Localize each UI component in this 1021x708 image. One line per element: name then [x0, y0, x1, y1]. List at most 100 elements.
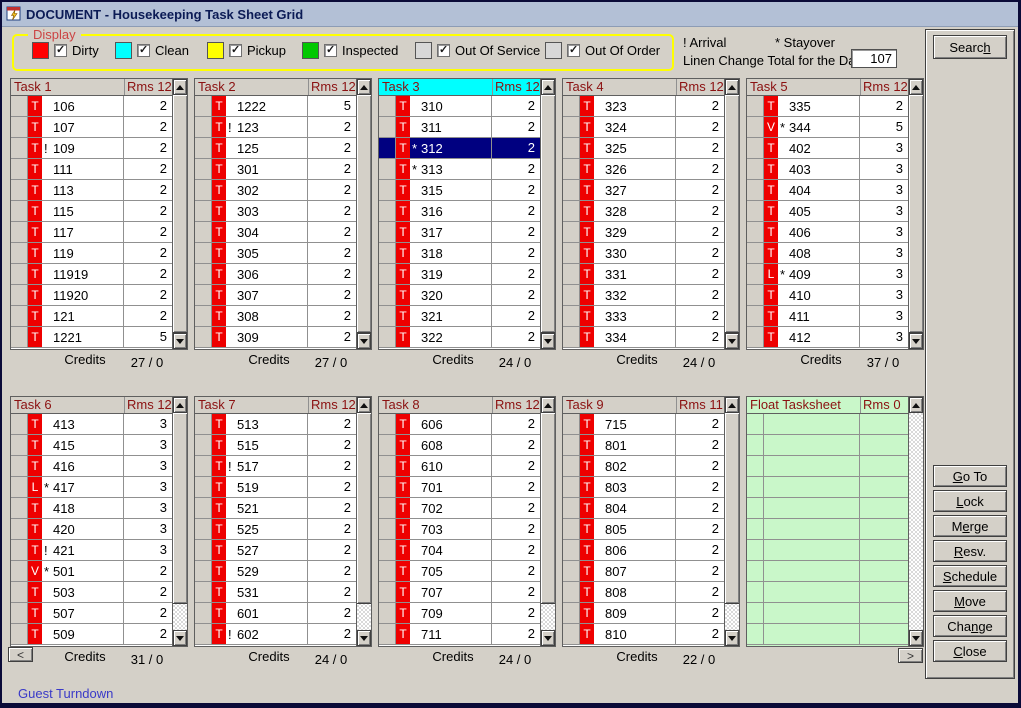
- room-row[interactable]: T7042: [379, 540, 540, 561]
- room-row[interactable]: T1212: [11, 306, 172, 327]
- scrollbar-track[interactable]: [541, 95, 555, 333]
- room-row[interactable]: T3052: [195, 243, 356, 264]
- float-empty-row[interactable]: [747, 414, 908, 435]
- room-row[interactable]: T4043: [747, 180, 908, 201]
- room-row[interactable]: T4133: [11, 414, 172, 435]
- search-button[interactable]: Search: [933, 35, 1007, 59]
- scrollbar-up-button[interactable]: [357, 397, 371, 413]
- scrollbar-down-button[interactable]: [909, 333, 923, 349]
- room-row[interactable]: T3202: [379, 285, 540, 306]
- task-header[interactable]: Task 8Rms 12: [379, 397, 540, 414]
- room-row[interactable]: T3242: [563, 117, 724, 138]
- room-row[interactable]: T1072: [11, 117, 172, 138]
- room-row[interactable]: T1152: [11, 201, 172, 222]
- scrollbar-down-button[interactable]: [173, 333, 187, 349]
- room-row[interactable]: T12215: [11, 327, 172, 348]
- room-row[interactable]: T!4213: [11, 540, 172, 561]
- float-empty-row[interactable]: [747, 603, 908, 624]
- room-row[interactable]: T4103: [747, 285, 908, 306]
- room-row[interactable]: T5252: [195, 519, 356, 540]
- scrollbar-track[interactable]: [173, 95, 187, 333]
- room-row[interactable]: T8022: [563, 456, 724, 477]
- room-row[interactable]: T3272: [563, 180, 724, 201]
- room-row[interactable]: L*4173: [11, 477, 172, 498]
- room-row[interactable]: T6012: [195, 603, 356, 624]
- scrollbar-down-button[interactable]: [725, 333, 739, 349]
- scrollbar-track[interactable]: [725, 413, 739, 630]
- room-row[interactable]: T7152: [563, 414, 724, 435]
- room-row[interactable]: T3222: [379, 327, 540, 348]
- next-sheets-button[interactable]: >: [898, 648, 923, 663]
- task-header[interactable]: Task 2Rms 12: [195, 79, 356, 96]
- scrollbar-track[interactable]: [173, 413, 187, 630]
- titlebar[interactable]: DOCUMENT - Housekeeping Task Sheet Grid: [2, 2, 1018, 27]
- float-empty-row[interactable]: [747, 582, 908, 603]
- task-header[interactable]: Task 4Rms 12: [563, 79, 724, 96]
- room-row[interactable]: T3012: [195, 159, 356, 180]
- float-empty-row[interactable]: [747, 519, 908, 540]
- scrollbar-track[interactable]: [909, 413, 923, 630]
- out-of-order-checkbox[interactable]: [567, 44, 580, 57]
- room-row[interactable]: V*5012: [11, 561, 172, 582]
- room-row[interactable]: T3322: [563, 285, 724, 306]
- room-row[interactable]: T6082: [379, 435, 540, 456]
- room-row[interactable]: T3032: [195, 201, 356, 222]
- room-row[interactable]: T8102: [563, 624, 724, 645]
- room-row[interactable]: T3232: [563, 96, 724, 117]
- room-row[interactable]: T1172: [11, 222, 172, 243]
- room-row[interactable]: T4163: [11, 456, 172, 477]
- room-row[interactable]: T4203: [11, 519, 172, 540]
- room-row[interactable]: T8082: [563, 582, 724, 603]
- room-row[interactable]: T3152: [379, 180, 540, 201]
- room-row[interactable]: T8092: [563, 603, 724, 624]
- out-of-service-checkbox[interactable]: [437, 44, 450, 57]
- scrollbar-down-button[interactable]: [541, 333, 555, 349]
- room-row[interactable]: T!6022: [195, 624, 356, 645]
- task-header[interactable]: Task 3Rms 12: [379, 79, 540, 96]
- room-row[interactable]: T3092: [195, 327, 356, 348]
- scrollbar-track[interactable]: [357, 413, 371, 630]
- room-row[interactable]: T5132: [195, 414, 356, 435]
- scrollbar-thumb[interactable]: [173, 413, 187, 604]
- room-row[interactable]: T3182: [379, 243, 540, 264]
- room-row[interactable]: T7032: [379, 519, 540, 540]
- room-row[interactable]: T6062: [379, 414, 540, 435]
- room-row[interactable]: T8012: [563, 435, 724, 456]
- room-row[interactable]: T4053: [747, 201, 908, 222]
- room-row[interactable]: T4033: [747, 159, 908, 180]
- scrollbar-thumb[interactable]: [541, 95, 555, 333]
- room-row[interactable]: T3312: [563, 264, 724, 285]
- scrollbar-down-button[interactable]: [909, 630, 923, 646]
- scrollbar-down-button[interactable]: [357, 630, 371, 646]
- scrollbar-thumb[interactable]: [357, 413, 371, 604]
- room-row[interactable]: T5032: [11, 582, 172, 603]
- scrollbar-track[interactable]: [725, 95, 739, 333]
- scrollbar-up-button[interactable]: [541, 79, 555, 95]
- scrollbar-up-button[interactable]: [909, 79, 923, 95]
- linen-change-total-field[interactable]: 107: [851, 49, 897, 68]
- room-row[interactable]: T3042: [195, 222, 356, 243]
- room-row[interactable]: T5292: [195, 561, 356, 582]
- room-row[interactable]: T5092: [11, 624, 172, 645]
- room-row[interactable]: T4023: [747, 138, 908, 159]
- room-row[interactable]: T!1092: [11, 138, 172, 159]
- room-row[interactable]: T12225: [195, 96, 356, 117]
- room-row[interactable]: T3082: [195, 306, 356, 327]
- room-row[interactable]: T3342: [563, 327, 724, 348]
- move-button[interactable]: Move: [933, 590, 1007, 612]
- inspected-checkbox[interactable]: [324, 44, 337, 57]
- scrollbar-down-button[interactable]: [725, 630, 739, 646]
- room-row[interactable]: T1192: [11, 243, 172, 264]
- dirty-checkbox[interactable]: [54, 44, 67, 57]
- room-row[interactable]: T!5172: [195, 456, 356, 477]
- room-row[interactable]: T!1232: [195, 117, 356, 138]
- room-row[interactable]: T5312: [195, 582, 356, 603]
- scrollbar-thumb[interactable]: [725, 95, 739, 333]
- scrollbar-up-button[interactable]: [173, 397, 187, 413]
- room-row[interactable]: T4183: [11, 498, 172, 519]
- schedule-button[interactable]: Schedule: [933, 565, 1007, 587]
- room-row[interactable]: T8042: [563, 498, 724, 519]
- scrollbar-up-button[interactable]: [909, 397, 923, 413]
- scrollbar-track[interactable]: [541, 413, 555, 630]
- room-row[interactable]: T7022: [379, 498, 540, 519]
